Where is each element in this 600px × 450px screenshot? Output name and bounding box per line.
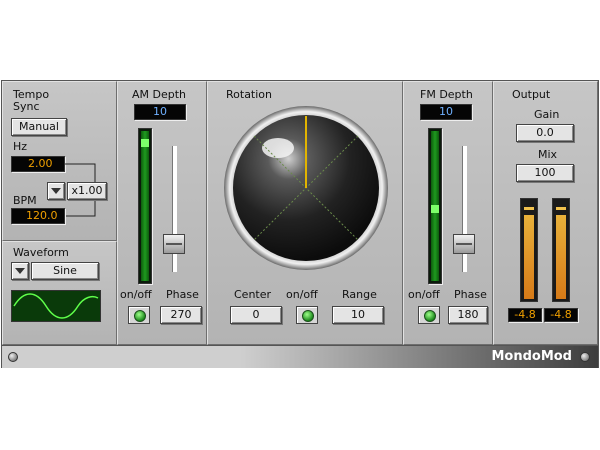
center-field[interactable]: 0 [230, 306, 282, 324]
waveform-select[interactable]: Sine [31, 262, 99, 280]
tempo-panel: Tempo Sync Manual Hz 2.00 x1.00 BPM 120.… [2, 81, 117, 241]
gain-label: Gain [534, 108, 560, 121]
output-meter-right [552, 198, 570, 302]
multiplier-dropdown-arrow[interactable] [47, 182, 65, 200]
fm-phase-slider-thumb[interactable] [453, 234, 475, 254]
am-onoff-label: on/off [120, 288, 152, 301]
chevron-down-icon [15, 268, 25, 274]
fm-depth-field[interactable]: 10 [420, 104, 472, 120]
am-depth-field[interactable]: 10 [134, 104, 186, 120]
am-phase-label: Phase [166, 288, 199, 301]
range-field[interactable]: 10 [332, 306, 384, 324]
fm-depth-panel: FM Depth 10 on/off Phase 180 [403, 81, 493, 345]
output-peak-left: -4.8 [508, 308, 542, 322]
am-phase-field[interactable]: 270 [160, 306, 202, 324]
fm-onoff-label: on/off [408, 288, 440, 301]
waveform-panel: Waveform Sine [2, 241, 117, 345]
bpm-field[interactable]: 120.0 [11, 208, 65, 224]
am-depth-meter [138, 128, 152, 284]
rotation-title: Rotation [226, 88, 273, 101]
rotation-onoff-label: on/off [286, 288, 318, 301]
range-label: Range [342, 288, 377, 301]
am-onoff-toggle[interactable] [128, 306, 150, 324]
fm-depth-meter [428, 128, 442, 284]
chevron-down-icon [51, 188, 61, 194]
mix-field[interactable]: 100 [516, 164, 574, 182]
brand-name: MondoMod [491, 349, 572, 364]
center-label: Center [234, 288, 272, 301]
gain-field[interactable]: 0.0 [516, 124, 574, 142]
waveform-title: Waveform [13, 246, 69, 259]
am-depth-title: AM Depth [132, 88, 187, 101]
screw-icon [8, 352, 18, 362]
waveform-dropdown-arrow[interactable] [11, 262, 29, 280]
waveform-display [11, 290, 101, 322]
sync-label: Sync [13, 100, 40, 113]
output-panel: Output Gain 0.0 Mix 100 -4.8 -4.8 [493, 81, 598, 345]
led-icon [134, 310, 146, 322]
output-peak-right: -4.8 [544, 308, 578, 322]
fm-depth-title: FM Depth [420, 88, 473, 101]
fm-phase-label: Phase [454, 288, 487, 301]
led-icon [424, 310, 436, 322]
output-meter-left [520, 198, 538, 302]
fm-phase-field[interactable]: 180 [448, 306, 488, 324]
sine-wave-icon [13, 293, 99, 319]
sync-mode-button[interactable]: Manual [11, 118, 67, 136]
hz-label: Hz [13, 140, 28, 153]
rotation-onoff-toggle[interactable] [296, 306, 318, 324]
screw-icon [580, 352, 590, 362]
output-title: Output [512, 88, 551, 101]
am-phase-slider-thumb[interactable] [163, 234, 185, 254]
mix-label: Mix [538, 148, 558, 161]
hz-field[interactable]: 2.00 [11, 156, 65, 172]
rotation-panel: Rotation Center on/off Range 0 10 [207, 81, 403, 345]
fm-onoff-toggle[interactable] [418, 306, 440, 324]
rotation-sphere[interactable] [220, 102, 392, 272]
mondomod-plugin: Tempo Sync Manual Hz 2.00 x1.00 BPM 120.… [1, 80, 599, 368]
am-depth-panel: AM Depth 10 on/off Phase 270 [117, 81, 207, 345]
brand-bar: MondoMod [2, 345, 598, 368]
multiplier-button[interactable]: x1.00 [67, 182, 107, 200]
led-icon [302, 310, 314, 322]
bpm-label: BPM [13, 194, 37, 207]
